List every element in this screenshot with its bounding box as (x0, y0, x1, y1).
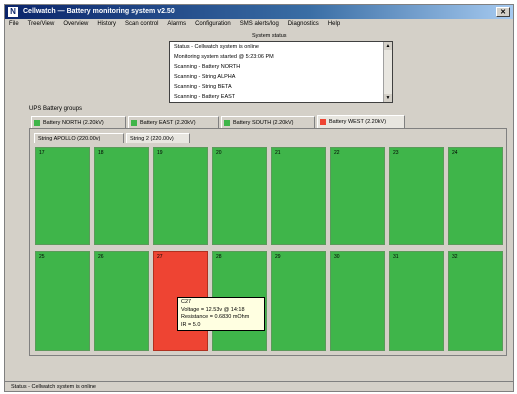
cell-number: 21 (275, 150, 281, 156)
battery-cell[interactable]: 31 (389, 251, 444, 351)
app-icon: N (8, 7, 18, 17)
menu-item-configuration[interactable]: Configuration (195, 21, 231, 27)
battery-tab[interactable]: Battery WEST (2.20kV) (317, 115, 405, 128)
cell-number: 22 (334, 150, 340, 156)
menu-bar: File Tree/View Overview History Scan control… (5, 19, 513, 30)
cell-tooltip: C27 Voltage = 12.53v @ 14:18 Resistance = … (177, 297, 265, 331)
battery-cell[interactable]: 18 (94, 147, 149, 245)
system-status-label: System status (252, 33, 287, 39)
battery-cell[interactable]: 29 (271, 251, 326, 351)
cell-number: 28 (216, 254, 222, 260)
cell-number: 24 (452, 150, 458, 156)
battery-cell[interactable]: 24 (448, 147, 503, 245)
log-line: Scanning - Battery EAST (174, 94, 236, 100)
battery-cell[interactable]: 23 (389, 147, 444, 245)
scroll-down-icon[interactable]: ▼ (384, 94, 392, 102)
main-window: N Cellwatch — Battery monitoring system … (4, 4, 514, 392)
scroll-up-icon[interactable]: ▲ (384, 42, 392, 50)
battery-cell[interactable]: 26 (94, 251, 149, 351)
string-panel: String APOLLO (220.00v) String 2 (220.00v… (29, 128, 507, 356)
cell-number: 29 (275, 254, 281, 260)
menu-item-alarms[interactable]: Alarms (167, 21, 186, 27)
battery-cell[interactable]: 21 (271, 147, 326, 245)
log-scrollbar[interactable]: ▲ ▼ (383, 42, 392, 102)
battery-tab-label: Battery WEST (2.20kV) (329, 119, 387, 125)
menu-item-sms-alerts-log[interactable]: SMS alerts/log (240, 21, 279, 27)
log-line: Scanning - String ALPHA (174, 74, 236, 80)
system-status-log[interactable]: ▲ ▼ Status - Cellwatch system is online M… (169, 41, 393, 103)
log-line: Monitoring system started @ 5:23:06 PM (174, 54, 274, 60)
close-button[interactable]: ✕ (496, 7, 510, 17)
log-line: Status - Cellwatch system is online (174, 44, 259, 50)
cell-number: 23 (393, 150, 399, 156)
status-swatch-icon (34, 120, 40, 126)
battery-cell[interactable]: 25 (35, 251, 90, 351)
menu-item-scan-control[interactable]: Scan control (125, 21, 158, 27)
status-bar: Status - Cellwatch system is online (5, 381, 513, 392)
menu-item-help[interactable]: Help (328, 21, 340, 27)
tooltip-line: IR = 5.0 (181, 321, 201, 328)
battery-tab[interactable]: Battery SOUTH (2.20kV) (221, 116, 315, 128)
tooltip-line: C27 (181, 299, 192, 305)
cell-number: 32 (452, 254, 458, 260)
battery-cell[interactable]: 19 (153, 147, 208, 245)
menu-item-tree-view[interactable]: Tree/View (28, 21, 55, 27)
battery-groups-label: UPS Battery groups (29, 106, 83, 112)
battery-tab[interactable]: Battery NORTH (2.20kV) (31, 116, 126, 128)
menu-item-history[interactable]: History (97, 21, 116, 27)
battery-tab[interactable]: Battery EAST (2.20kV) (128, 116, 219, 128)
battery-tab-label: Battery NORTH (2.20kV) (43, 120, 104, 126)
log-line: Scanning - Battery NORTH (174, 64, 241, 70)
cell-number: 30 (334, 254, 340, 260)
battery-cell[interactable]: 17 (35, 147, 90, 245)
cell-number: 31 (393, 254, 399, 260)
battery-cell[interactable]: 20 (212, 147, 267, 245)
status-bar-text: Status - Cellwatch system is online (11, 384, 96, 390)
title-bar: N Cellwatch — Battery monitoring system … (5, 5, 513, 19)
menu-item-overview[interactable]: Overview (63, 21, 88, 27)
battery-tab-label: Battery EAST (2.20kV) (140, 120, 196, 126)
string-tab[interactable]: String APOLLO (220.00v) (34, 133, 124, 143)
battery-tab-label: Battery SOUTH (2.20kV) (233, 120, 294, 126)
cell-number: 20 (216, 150, 222, 156)
window-title: Cellwatch — Battery monitoring system v2… (23, 8, 175, 15)
status-swatch-icon (224, 120, 230, 126)
battery-cell[interactable]: 32 (448, 251, 503, 351)
menu-item-file[interactable]: File (9, 21, 19, 27)
status-swatch-icon (131, 120, 137, 126)
battery-cell[interactable]: 30 (330, 251, 385, 351)
cell-number: 27 (157, 254, 163, 260)
log-line: Scanning - String BETA (174, 84, 232, 90)
tooltip-line: Resistance = 0.6830 mOhm (181, 314, 250, 320)
cell-number: 25 (39, 254, 45, 260)
tooltip-line: Voltage = 12.53v @ 14:18 (181, 306, 245, 313)
battery-cell[interactable]: 22 (330, 147, 385, 245)
status-swatch-icon (320, 119, 326, 125)
menu-item-diagnostics[interactable]: Diagnostics (288, 21, 319, 27)
string-tab[interactable]: String 2 (220.00v) (126, 133, 190, 143)
cell-number: 17 (39, 150, 45, 156)
cell-number: 18 (98, 150, 104, 156)
cell-number: 19 (157, 150, 163, 156)
cell-number: 26 (98, 254, 104, 260)
